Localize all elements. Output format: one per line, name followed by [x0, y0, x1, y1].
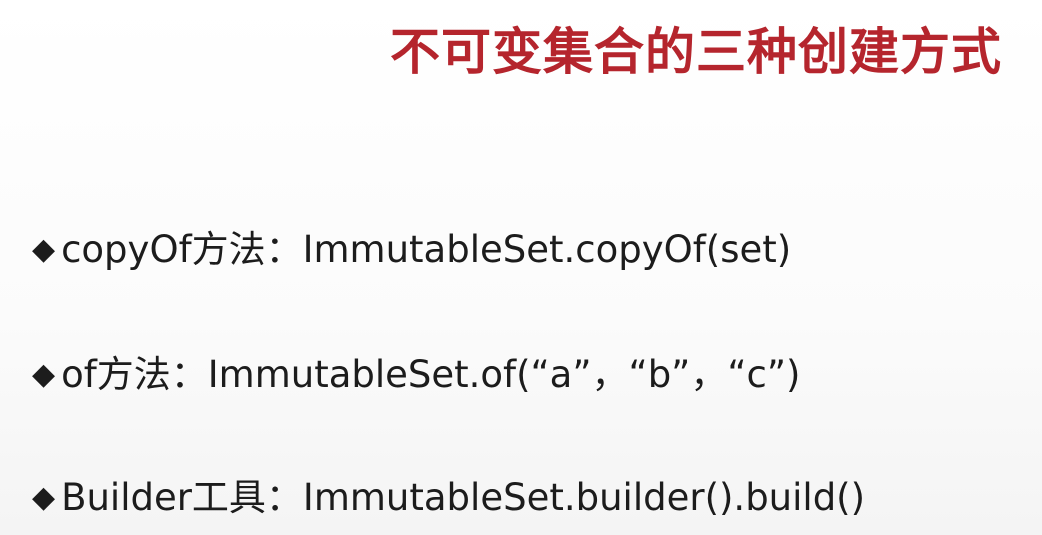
bullet-item-copyof: ◆ copyOf方法：ImmutableSet.copyOf(set)	[32, 225, 791, 275]
diamond-bullet-icon: ◆	[32, 232, 56, 267]
bullet-text: Builder工具：ImmutableSet.builder().build()	[61, 476, 866, 519]
bullet-text: copyOf方法：ImmutableSet.copyOf(set)	[61, 228, 792, 271]
slide: 不可变集合的三种创建方式 ◆ copyOf方法：ImmutableSet.cop…	[0, 0, 1042, 535]
slide-title: 不可变集合的三种创建方式	[390, 23, 1002, 81]
diamond-bullet-icon: ◆	[32, 357, 56, 392]
bullet-item-builder: ◆ Builder工具：ImmutableSet.builder().build…	[32, 473, 865, 523]
bullet-text: of方法：ImmutableSet.of(“a”，“b”，“c”)	[61, 353, 801, 396]
diamond-bullet-icon: ◆	[32, 480, 56, 515]
bullet-item-of: ◆ of方法：ImmutableSet.of(“a”，“b”，“c”)	[32, 350, 800, 400]
